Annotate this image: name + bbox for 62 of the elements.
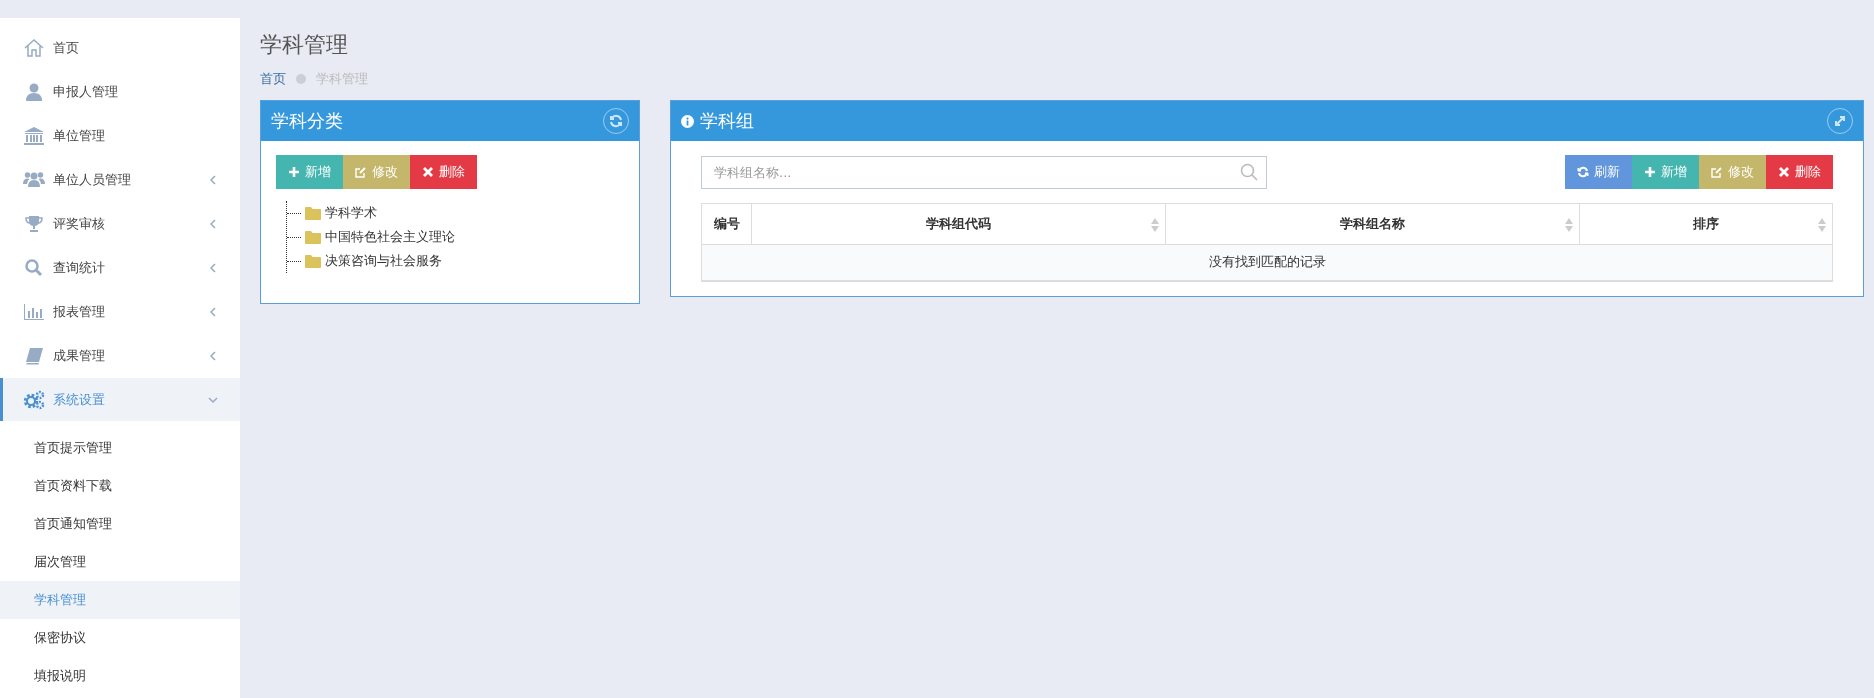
nav-item[interactable]: 成果管理 [0, 334, 240, 378]
submenu-item[interactable]: 届次管理 [0, 543, 240, 581]
folder-icon [305, 254, 321, 268]
column-header[interactable]: 学科组代码 [751, 203, 1166, 245]
building-icon [23, 126, 45, 146]
breadcrumb-separator-icon [296, 74, 306, 84]
submenu-item[interactable]: 填报说明 [0, 657, 240, 695]
close-icon [1778, 166, 1790, 178]
submenu-item[interactable]: 保密协议 [0, 619, 240, 657]
folder-icon [305, 230, 321, 244]
tree-node-label[interactable]: 决策咨询与社会服务 [325, 252, 442, 270]
chevron-left-icon [208, 263, 218, 273]
nav-item[interactable]: 首页 [0, 26, 240, 70]
nav-item[interactable]: 查询统计 [0, 246, 240, 290]
breadcrumb-link[interactable]: 首页 [260, 70, 286, 88]
panel-title: 学科组 [700, 109, 755, 133]
sort-icon [1151, 217, 1159, 233]
close-icon [422, 166, 434, 178]
folder-icon [305, 206, 321, 220]
search-field[interactable]: 学科组名称... [701, 155, 1267, 189]
column-header: 编号 [701, 203, 752, 245]
chevron-down-icon [208, 394, 218, 405]
submenu-item[interactable]: 首页资料下载 [0, 467, 240, 505]
edit-icon [355, 166, 367, 178]
book-icon [23, 346, 45, 366]
nav-item[interactable]: 评奖审核 [0, 202, 240, 246]
search-icon [23, 258, 45, 278]
delete-button[interactable]: 删除 [1766, 155, 1833, 189]
refresh-icon [1577, 166, 1589, 178]
trophy-icon [23, 214, 45, 234]
tree-node-label[interactable]: 学科学术 [325, 204, 377, 222]
gears-icon [23, 389, 45, 410]
delete-button[interactable]: 删除 [410, 155, 477, 189]
column-header[interactable]: 排序 [1579, 203, 1833, 245]
chevron-left-icon [208, 351, 218, 361]
user-icon [23, 82, 45, 102]
nav-item[interactable]: 单位管理 [0, 114, 240, 158]
nav-item[interactable]: 申报人管理 [0, 70, 240, 114]
empty-message: 没有找到匹配的记录 [701, 244, 1833, 281]
plus-icon [1644, 166, 1656, 178]
refresh-icon [609, 114, 623, 128]
submenu-item[interactable]: 首页通知管理 [0, 505, 240, 543]
group-icon [23, 170, 45, 190]
chevron-left-icon [208, 219, 218, 229]
panel-title: 学科分类 [271, 109, 344, 133]
nav-item[interactable]: 单位人员管理 [0, 158, 240, 202]
bar-chart-icon [23, 302, 45, 322]
sort-icon [1818, 217, 1826, 233]
expand-icon [1833, 114, 1847, 128]
info-icon [681, 114, 694, 128]
nav-item[interactable]: 报表管理 [0, 290, 240, 334]
chevron-left-icon [208, 175, 218, 185]
plus-icon [288, 166, 300, 178]
search-icon [1240, 162, 1258, 181]
submenu-item[interactable]: 首页提示管理 [0, 429, 240, 467]
edit-icon [1711, 166, 1723, 178]
column-header[interactable]: 学科组名称 [1165, 203, 1580, 245]
chevron-left-icon [208, 307, 218, 317]
sort-icon [1565, 217, 1573, 233]
house-icon [23, 38, 45, 58]
page-title: 学科管理 [260, 31, 349, 59]
tree-node-label[interactable]: 中国特色社会主义理论 [325, 228, 455, 246]
